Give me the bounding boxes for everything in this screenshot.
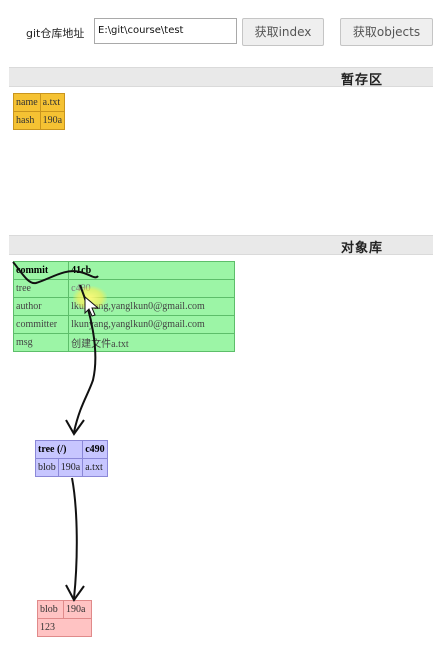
blob-type-cell: blob <box>36 600 65 619</box>
repo-path-label: git仓库地址 <box>26 27 85 40</box>
cursor-highlight <box>73 286 107 310</box>
get-index-button[interactable]: 获取index <box>242 18 324 46</box>
table-row: tree c490 <box>12 279 235 298</box>
index-entry-table: name a.txt hash 190a <box>13 93 66 130</box>
objects-section-title: 对象库 <box>340 241 383 256</box>
table-row: 123 <box>37 618 92 637</box>
stage-section-header: 暂存区 <box>9 67 433 88</box>
tree-id-cell: c490 <box>82 440 108 459</box>
table-row: hash 190a <box>13 111 66 130</box>
commit-msg-key: msg <box>12 333 70 352</box>
objects-panel: commit 41cb tree c490 author lkunyang,ya… <box>9 255 433 668</box>
index-name-value: a.txt <box>39 93 66 112</box>
commit-object-table: commit 41cb tree c490 author lkunyang,ya… <box>12 261 235 352</box>
table-row: committer lkunyang,yanglkun0@gmail.com <box>12 315 235 334</box>
get-objects-button[interactable]: 获取objects <box>340 18 433 46</box>
commit-msg-value: 创建文件a.txt <box>68 333 235 352</box>
repo-path-input[interactable]: E:\git\course\test <box>94 18 237 44</box>
tree-type-cell: tree (/) <box>34 440 84 459</box>
blob-object-table: blob 190a 123 <box>36 600 92 637</box>
commit-committer-value: lkunyang,yanglkun0@gmail.com <box>68 315 235 334</box>
commit-author-key: author <box>12 297 70 316</box>
index-hash-key: hash <box>13 111 41 130</box>
table-row: author lkunyang,yanglkun0@gmail.com <box>12 297 235 316</box>
table-row: msg 创建文件a.txt <box>12 333 235 352</box>
blob-id-cell: 190a <box>63 600 92 619</box>
objects-section-header: 对象库 <box>9 235 433 256</box>
commit-tree-key: tree <box>12 279 70 298</box>
table-row: blob 190a <box>36 600 92 619</box>
table-row: commit 41cb <box>12 261 235 280</box>
index-name-key: name <box>13 93 41 112</box>
stage-section-title: 暂存区 <box>340 73 383 88</box>
commit-type-cell: commit <box>12 261 70 280</box>
commit-id-cell: 41cb <box>68 261 235 280</box>
blob-content-cell: 123 <box>37 618 92 637</box>
tree-entry-name: a.txt <box>82 458 108 477</box>
toolbar: git仓库地址 E:\git\course\test 获取index 获取obj… <box>0 0 433 58</box>
index-hash-value: 190a <box>39 111 66 130</box>
tree-entry-hash: 190a <box>57 458 84 477</box>
table-row: blob 190a a.txt <box>35 458 108 477</box>
stage-panel: name a.txt hash 190a <box>9 87 433 235</box>
table-row: tree (/) c490 <box>34 440 108 459</box>
tree-entry-kind: blob <box>35 458 59 477</box>
commit-committer-key: committer <box>12 315 70 334</box>
tree-object-table: tree (/) c490 blob 190a a.txt <box>34 440 108 477</box>
table-row: name a.txt <box>13 93 66 112</box>
